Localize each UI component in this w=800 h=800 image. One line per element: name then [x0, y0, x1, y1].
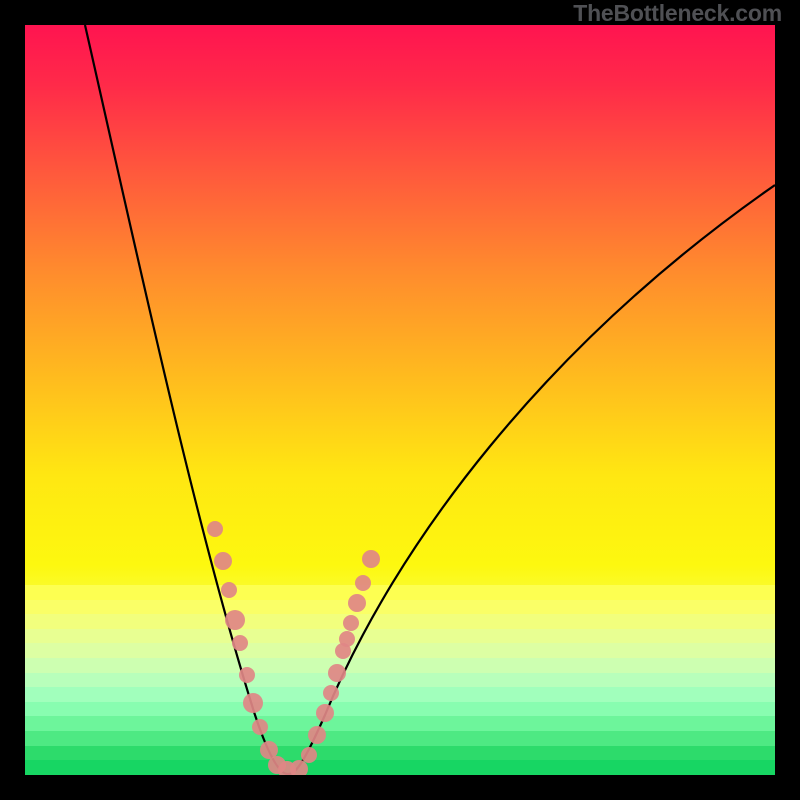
watermark-label: TheBottleneck.com: [573, 0, 782, 27]
curve-svg: [25, 25, 775, 775]
marker: [232, 635, 248, 651]
marker: [323, 685, 339, 701]
marker-group: [207, 521, 380, 775]
marker: [362, 550, 380, 568]
marker: [348, 594, 366, 612]
marker: [301, 747, 317, 763]
marker: [239, 667, 255, 683]
marker: [339, 631, 355, 647]
marker: [316, 704, 334, 722]
marker: [243, 693, 263, 713]
marker: [308, 726, 326, 744]
marker: [290, 760, 308, 775]
marker: [214, 552, 232, 570]
marker: [343, 615, 359, 631]
marker: [328, 664, 346, 682]
marker: [225, 610, 245, 630]
marker: [221, 582, 237, 598]
chart-frame: TheBottleneck.com: [0, 0, 800, 800]
marker: [207, 521, 223, 537]
marker: [252, 719, 268, 735]
plot-area: [25, 25, 775, 775]
marker: [355, 575, 371, 591]
bottleneck-curve: [85, 25, 775, 774]
